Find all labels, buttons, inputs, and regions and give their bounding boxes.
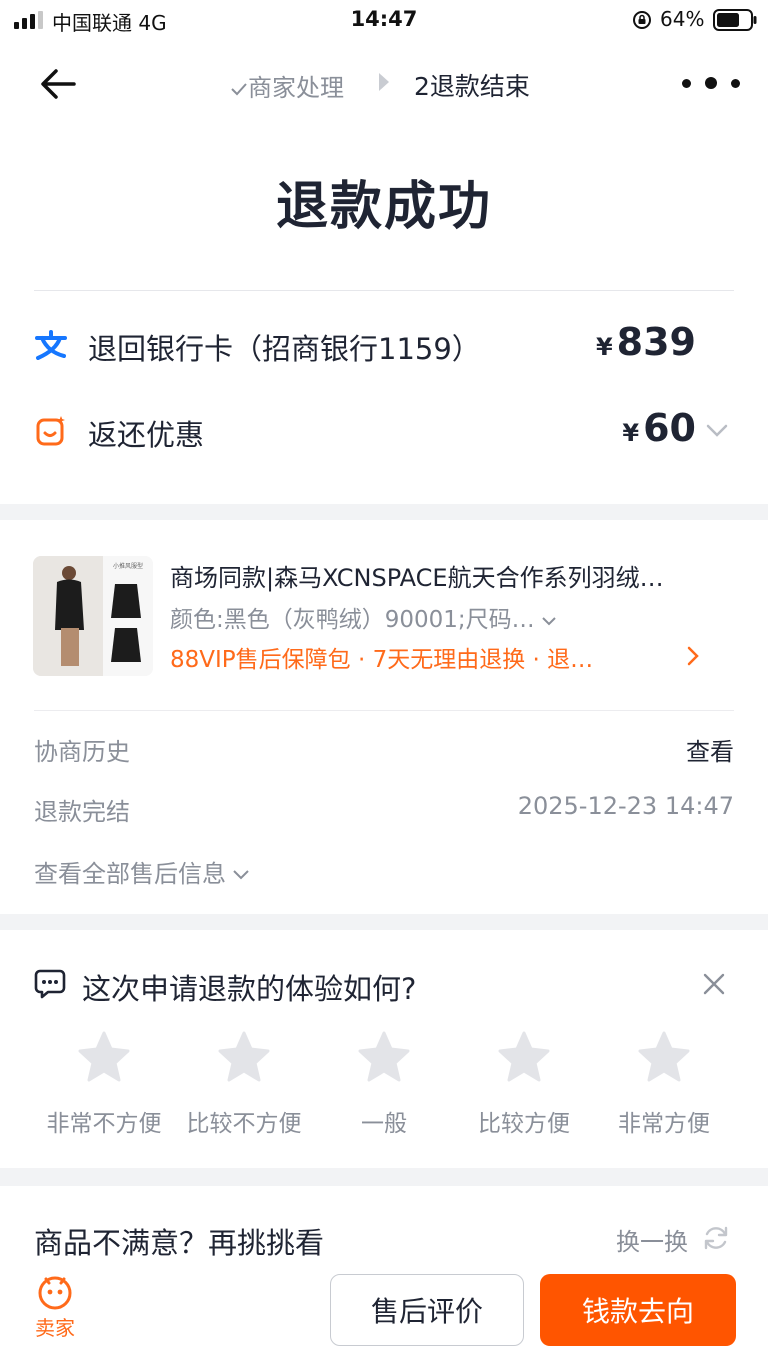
money-destination-button[interactable]: 钱款去向 <box>540 1274 736 1346</box>
more-dot-icon <box>731 78 740 88</box>
chevron-down-icon <box>541 616 556 625</box>
view-all-label: 查看全部售后信息 <box>34 860 226 888</box>
breadcrumb-step-current: 2退款结束 <box>414 72 530 101</box>
breadcrumb-step-merchant: 商家处理 <box>230 68 344 103</box>
star-icon <box>218 1031 270 1082</box>
breadcrumb-separator-icon <box>379 73 389 91</box>
recommendations-header: 商品不满意？再挑挑看 换一换 <box>0 1186 768 1260</box>
refund-promo-label: 返还优惠 <box>88 418 205 452</box>
thumb-caption: 小推风服型 <box>113 562 143 570</box>
experience-rating: 这次申请退款的体验如何? 非常不方便 比较不方便 一般 比较方便 非常方便 <box>0 930 768 1168</box>
refund-bank-label: 退回银行卡（招商银行1159） <box>88 332 481 366</box>
rating-option-label: 比较方便 <box>478 1111 570 1137</box>
more-dot-icon <box>682 78 691 88</box>
refresh-recommendations-button[interactable]: 换一换 <box>616 1222 688 1257</box>
back-button[interactable] <box>36 62 80 106</box>
battery-icon <box>713 9 757 31</box>
negotiation-history-label: 协商历史 <box>34 738 130 766</box>
rating-option-label: 一般 <box>361 1111 407 1137</box>
refund-summary: 商家处理 2退款结束 退款成功 退回银行卡（招商银行1159） ¥839 返还优… <box>0 40 768 504</box>
chat-bubble-icon <box>34 969 66 999</box>
refund-promo-amount: ¥60 <box>622 406 696 450</box>
check-icon <box>231 83 247 96</box>
refund-bank-value: 839 <box>616 320 696 364</box>
close-icon[interactable] <box>700 970 728 998</box>
chevron-right-icon[interactable] <box>686 646 700 666</box>
product-thumbnail[interactable]: 小推风服型 <box>33 556 153 676</box>
product-title[interactable]: 商场同款|森马XCNSPACE航天合作系列羽绒… <box>170 558 730 593</box>
breadcrumb-step-merchant-label: 商家处理 <box>248 74 344 102</box>
seller-button[interactable]: 卖家 <box>26 1274 84 1341</box>
orientation-lock-icon <box>633 11 651 29</box>
negotiation-history-row[interactable]: 协商历史 查看 <box>34 732 734 766</box>
divider <box>34 710 734 711</box>
product-spec-text: 颜色:黑色（灰鸭绒）90001;尺码… <box>170 607 535 633</box>
aftersale-review-button[interactable]: 售后评价 <box>330 1274 524 1346</box>
status-bar: 中国联通 4G 14:47 64% <box>0 0 768 40</box>
alipay-icon <box>34 328 68 362</box>
coupon-icon <box>34 414 68 448</box>
clock: 14:47 <box>350 7 418 31</box>
chevron-down-icon <box>706 424 728 437</box>
page-title: 退款成功 <box>275 177 492 237</box>
star-icon <box>358 1031 410 1082</box>
refund-finished-time: 2025-12-23 14:47 <box>517 792 734 820</box>
rating-option-4[interactable]: 比较方便 <box>454 1030 594 1138</box>
refund-row-promo[interactable]: 返还优惠 ¥60 <box>34 406 734 456</box>
refresh-icon[interactable] <box>702 1224 730 1252</box>
rating-option-label: 非常不方便 <box>46 1111 162 1137</box>
bottom-action-bar: 卖家 售后评价 钱款去向 <box>0 1256 768 1366</box>
refund-bank-amount: ¥839 <box>596 320 696 364</box>
more-dot-icon <box>705 77 717 89</box>
refund-finished-label: 退款完结 <box>34 798 130 826</box>
arrow-left-icon <box>41 69 76 99</box>
refund-finished-row: 退款完结 2025-12-23 14:47 <box>34 792 734 826</box>
divider <box>34 290 734 291</box>
rating-option-label: 非常方便 <box>618 1111 710 1137</box>
rating-option-3[interactable]: 一般 <box>314 1030 454 1138</box>
star-icon <box>78 1031 130 1082</box>
seller-label: 卖家 <box>35 1316 75 1340</box>
view-all-aftersale-link[interactable]: 查看全部售后信息 <box>34 854 250 889</box>
star-icon <box>638 1031 690 1082</box>
currency-symbol: ¥ <box>595 333 613 361</box>
refund-promo-value: 60 <box>643 406 696 450</box>
rating-option-1[interactable]: 非常不方便 <box>34 1030 174 1138</box>
service-guarantee[interactable]: 88VIP售后保障包 · 7天无理由退换 · 退… <box>170 640 593 674</box>
product-spec[interactable]: 颜色:黑色（灰鸭绒）90001;尺码… <box>170 600 557 634</box>
rating-question: 这次申请退款的体验如何? <box>82 972 417 1006</box>
view-history-link[interactable]: 查看 <box>686 732 734 767</box>
rating-option-label: 比较不方便 <box>186 1111 302 1137</box>
rating-option-2[interactable]: 比较不方便 <box>174 1030 314 1138</box>
product-image-icon: 小推风服型 <box>33 556 153 676</box>
currency-symbol: ¥ <box>622 419 640 447</box>
battery-percent: 64% <box>660 7 705 31</box>
refund-row-bank: 退回银行卡（招商银行1159） ¥839 <box>34 320 734 370</box>
more-options-button[interactable] <box>682 70 740 96</box>
rating-option-5[interactable]: 非常方便 <box>594 1030 734 1138</box>
seller-face-icon <box>38 1276 72 1310</box>
star-icon <box>498 1031 550 1082</box>
product-card: 小推风服型 商场同款|森马XCNSPACE航天合作系列羽绒… 颜色:黑色（灰鸭绒… <box>0 520 768 914</box>
chevron-down-icon <box>233 870 249 880</box>
